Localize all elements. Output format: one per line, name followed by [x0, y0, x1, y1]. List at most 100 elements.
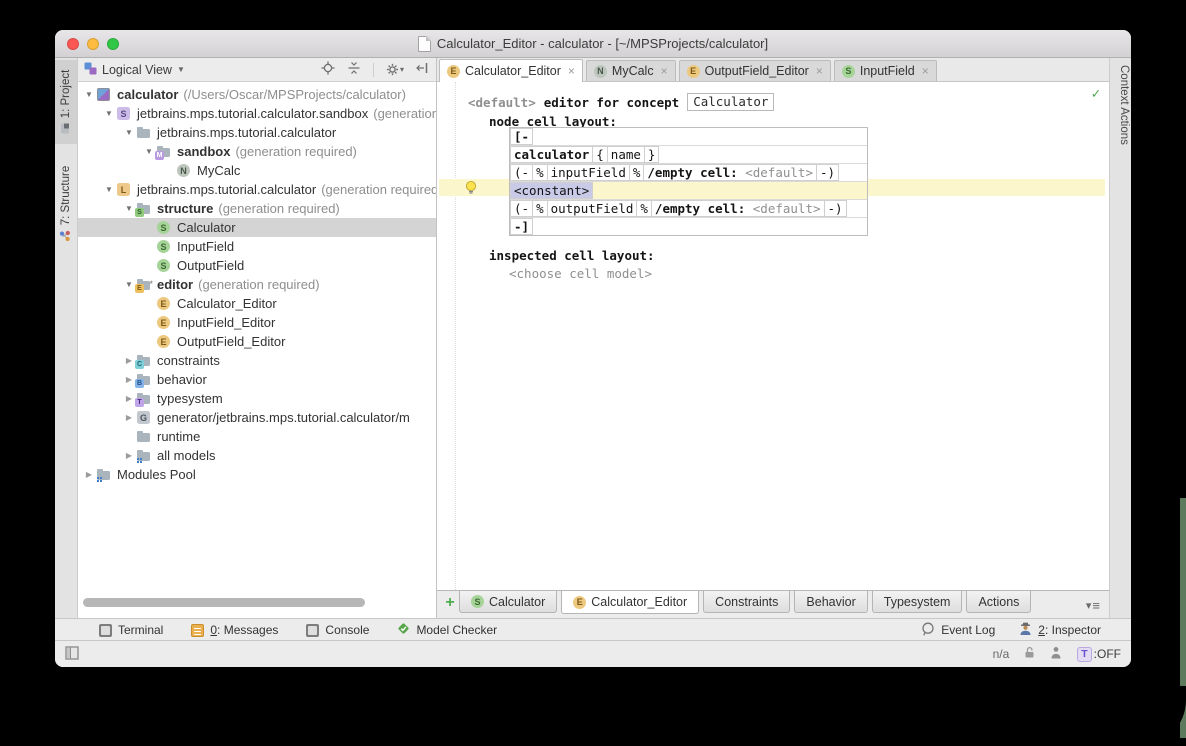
cell-part: /empty cell:	[655, 201, 753, 216]
tree-item-editor[interactable]: ▼E*editor(generation required)	[78, 275, 436, 294]
toolwindow-toggle-icon[interactable]	[65, 646, 79, 663]
editor-cell[interactable]: (-	[510, 164, 533, 181]
editor-tab-calculator-editor[interactable]: ECalculator_Editor×	[439, 59, 583, 82]
tree-expand-arrow[interactable]: ▼	[102, 180, 116, 199]
aspect-tab-constraints[interactable]: Constraints	[703, 591, 790, 613]
toolwindow-tab-project[interactable]: 1: Project	[55, 60, 77, 144]
editor-cell[interactable]: /empty cell: <default>	[643, 164, 817, 181]
editor-cell[interactable]: %	[636, 200, 652, 217]
editor-area: ECalculator_Editor×NMyCalc×EOutputField_…	[437, 58, 1109, 618]
editor-cell[interactable]: outputField	[547, 200, 638, 217]
tree-item-all-models[interactable]: ▶all models	[78, 446, 436, 465]
tree-expand-arrow[interactable]: ▼	[122, 199, 136, 218]
toolwindow-tab-context-actions[interactable]: Context Actions	[1113, 65, 1131, 145]
tab-close-icon[interactable]: ×	[661, 64, 668, 78]
toolwindow-button-event-log[interactable]: Event Log	[921, 622, 995, 639]
aspect-tab-calculator-editor[interactable]: ECalculator_Editor	[561, 591, 699, 614]
tree-expand-arrow[interactable]: ▶	[82, 465, 96, 484]
toolwindow-button-messages[interactable]: 0: Messages	[191, 623, 278, 637]
tree-item-inputfield-editor[interactable]: EInputField_Editor	[78, 313, 436, 332]
tree-item-behavior[interactable]: ▶Bbehavior	[78, 370, 436, 389]
editor-cell[interactable]: calculator	[510, 146, 593, 163]
hide-panel-icon[interactable]	[416, 62, 428, 77]
tab-close-icon[interactable]: ×	[922, 64, 929, 78]
aspect-tab-actions[interactable]: Actions	[966, 591, 1031, 613]
toolwindow-tab-structure[interactable]: 7: Structure	[55, 148, 77, 260]
toolwindow-button-model-checker[interactable]: Model Checker	[397, 622, 497, 638]
editor-header-line: <default>editor for conceptCalculator	[468, 93, 774, 111]
editor-cell[interactable]: %	[629, 164, 645, 181]
editor-content[interactable]: ✓ <default>editor for conceptCalculator …	[437, 82, 1109, 590]
tree-item-jetbrains-mps-tutorial-calculator[interactable]: ▼ jetbrains.mps.tutorial.calculator	[78, 123, 436, 142]
tree-item-mycalc[interactable]: NMyCalc	[78, 161, 436, 180]
toolwindow-button-console[interactable]: Console	[306, 623, 369, 637]
tree-item-calculator-editor[interactable]: ECalculator_Editor	[78, 294, 436, 313]
highlight-level-badge[interactable]: T	[1077, 647, 1091, 662]
toolwindow-button-inspector[interactable]: 2: Inspector	[1019, 622, 1101, 638]
tree-item-calculator[interactable]: ▼calculator(/Users/Oscar/MPSProjects/cal…	[78, 85, 436, 104]
locate-icon[interactable]	[321, 61, 335, 78]
collapse-all-icon[interactable]	[347, 61, 361, 78]
tree-item-structure[interactable]: ▼Sstructure(generation required)	[78, 199, 436, 218]
inspected-layout-value[interactable]: <choose cell model>	[509, 266, 652, 281]
tree-item-label: jetbrains.mps.tutorial.calculator	[157, 123, 336, 142]
tab-label: InputField	[860, 64, 915, 78]
editor-cell[interactable]: inputField	[547, 164, 630, 181]
editor-cell[interactable]: -]	[510, 218, 533, 235]
tree-item-sandbox[interactable]: ▼Msandbox(generation required)	[78, 142, 436, 161]
inspections-ok-icon[interactable]: ✓	[1092, 86, 1100, 102]
inspections-profile-icon[interactable]	[1050, 646, 1062, 662]
tree-item-modules-pool[interactable]: ▶Modules Pool	[78, 465, 436, 484]
tree-expand-arrow[interactable]: ▼	[122, 123, 136, 142]
tree-expand-arrow[interactable]: ▼	[102, 104, 116, 123]
tree-expand-arrow[interactable]: ▶	[122, 389, 136, 408]
tree-expand-arrow[interactable]: ▼	[82, 85, 96, 104]
view-selector[interactable]: Logical View	[102, 63, 172, 77]
tree-item-constraints[interactable]: ▶Cconstraints	[78, 351, 436, 370]
editor-cell[interactable]: /empty cell: <default>	[651, 200, 825, 217]
tree-expand-arrow[interactable]: ▶	[122, 446, 136, 465]
tree-expand-arrow[interactable]: ▶	[122, 408, 136, 427]
editor-cell[interactable]: -)	[816, 164, 839, 181]
editor-cell[interactable]: {	[592, 146, 608, 163]
tree-expand-arrow[interactable]: ▶	[122, 370, 136, 389]
editor-tab-mycalc[interactable]: NMyCalc×	[586, 60, 676, 81]
add-aspect-button[interactable]: +	[441, 591, 459, 614]
aspect-tab-behavior[interactable]: Behavior	[794, 591, 867, 613]
tab-list-dropdown-icon[interactable]: ▾≡	[1086, 598, 1100, 613]
toolwindow-button-terminal[interactable]: Terminal	[99, 623, 163, 637]
editor-cell[interactable]: <constant>	[510, 182, 593, 199]
editor-cell[interactable]: name	[607, 146, 645, 163]
aspect-tab-typesystem[interactable]: Typesystem	[872, 591, 963, 613]
editor-tab-outputfield-editor[interactable]: EOutputField_Editor×	[679, 60, 831, 81]
tree-expand-arrow[interactable]: ▼	[122, 275, 136, 294]
tree-item-generator-jetbrains-mps-tutorial-calculator-m[interactable]: ▶Ggenerator/jetbrains.mps.tutorial.calcu…	[78, 408, 436, 427]
chevron-down-icon[interactable]: ▼	[177, 65, 185, 74]
editor-cell[interactable]: %	[532, 200, 548, 217]
lock-icon[interactable]	[1024, 646, 1035, 662]
tree-item-calculator[interactable]: SCalculator	[78, 218, 436, 237]
tree-item-jetbrains-mps-tutorial-calculator[interactable]: ▼Ljetbrains.mps.tutorial.calculator(gene…	[78, 180, 436, 199]
editor-cell[interactable]: (-	[510, 200, 533, 217]
tree-item-typesystem[interactable]: ▶Ttypesystem	[78, 389, 436, 408]
editor-cell[interactable]: }	[644, 146, 660, 163]
tab-close-icon[interactable]: ×	[816, 64, 823, 78]
tree-item-outputfield-editor[interactable]: EOutputField_Editor	[78, 332, 436, 351]
settings-gear-icon[interactable]: ▾	[386, 63, 404, 76]
tree-expand-arrow[interactable]: ▶	[122, 351, 136, 370]
editor-tab-inputfield[interactable]: SInputField×	[834, 60, 937, 81]
lightbulb-icon[interactable]	[464, 180, 478, 198]
tree-item-inputfield[interactable]: SInputField	[78, 237, 436, 256]
titlebar: Calculator_Editor - calculator - [~/MPSP…	[55, 30, 1131, 58]
concept-reference[interactable]: Calculator	[687, 93, 774, 111]
aspect-tab-calculator[interactable]: SCalculator	[459, 591, 557, 613]
tree-item-jetbrains-mps-tutorial-calculator-sandbox[interactable]: ▼Sjetbrains.mps.tutorial.calculator.sand…	[78, 104, 436, 123]
tree-item-outputfield[interactable]: SOutputField	[78, 256, 436, 275]
editor-cell[interactable]: [-	[510, 128, 533, 145]
editor-cell[interactable]: %	[532, 164, 548, 181]
editor-cell[interactable]: -)	[824, 200, 847, 217]
tree-item-runtime[interactable]: runtime	[78, 427, 436, 446]
tree-expand-arrow[interactable]: ▼	[142, 142, 156, 161]
horizontal-scrollbar-thumb[interactable]	[83, 598, 365, 607]
tab-close-icon[interactable]: ×	[568, 64, 575, 78]
